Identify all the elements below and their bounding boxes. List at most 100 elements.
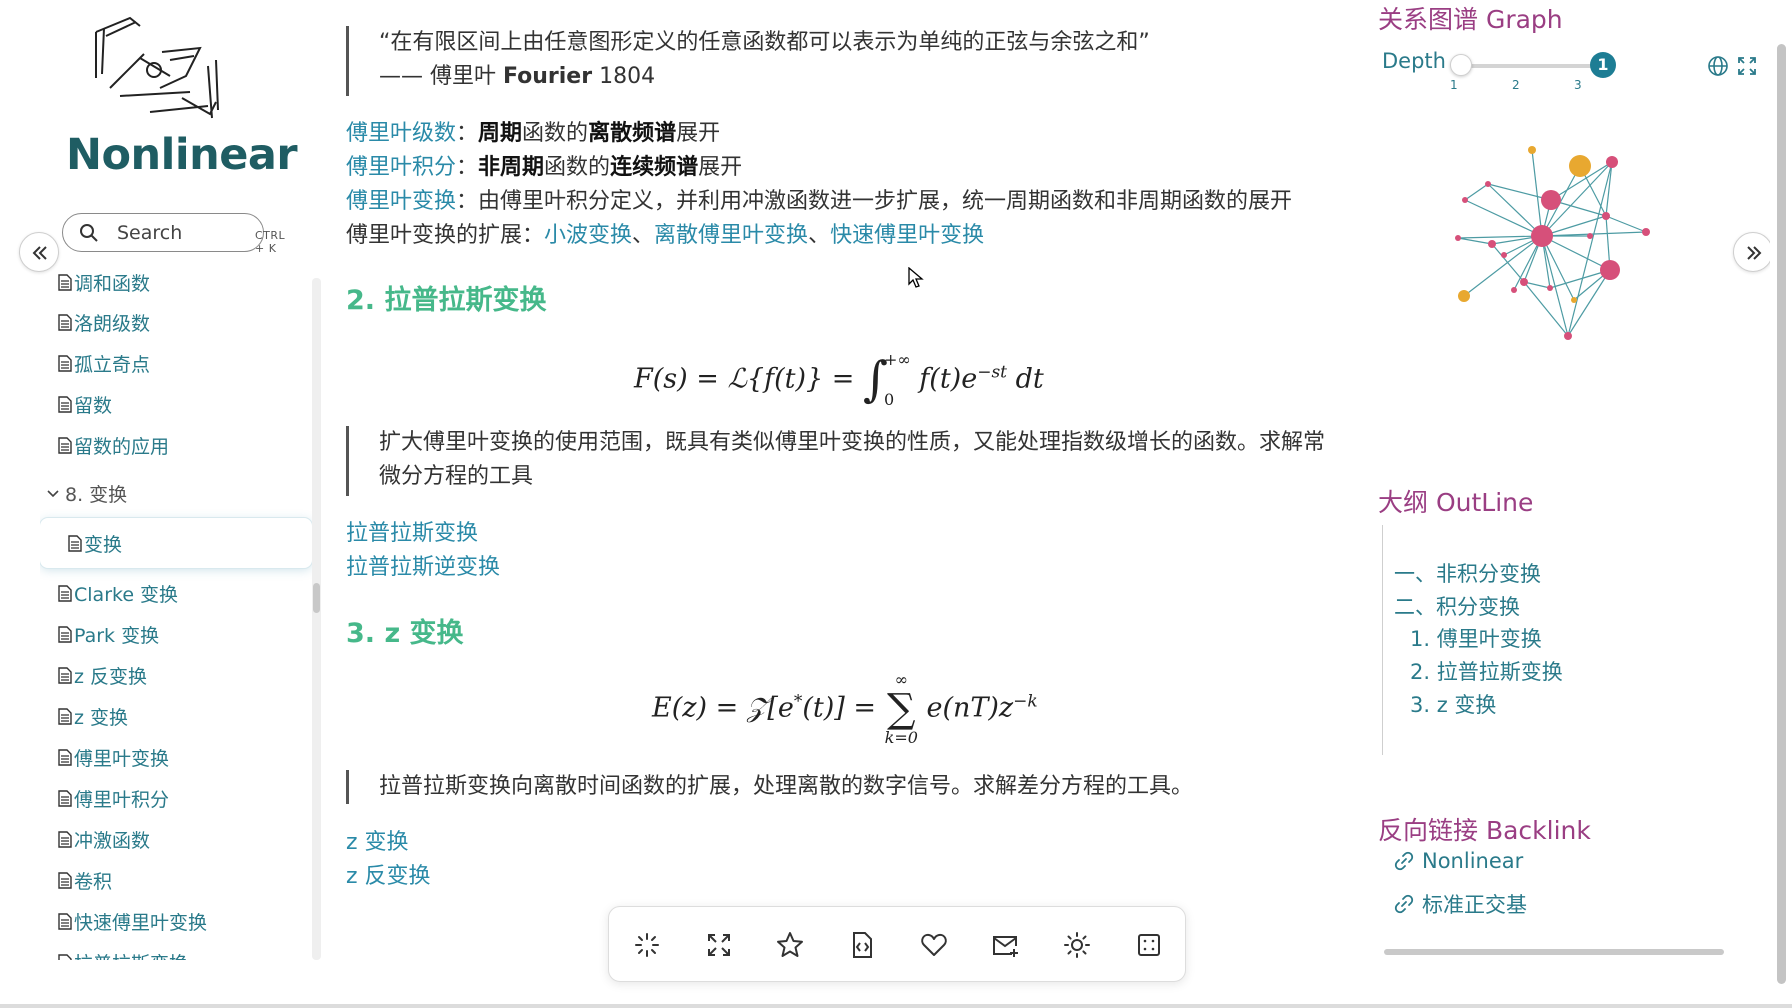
nav-item-label: 洛朗级数 [74, 312, 151, 335]
document-icon [58, 953, 72, 960]
right-panel-hscrollbar[interactable] [1374, 946, 1754, 956]
outline-rail [1382, 525, 1383, 755]
nav-item[interactable]: 傅里叶积分 [58, 783, 169, 813]
document-icon [68, 534, 82, 552]
z-quote: 拉普拉斯变换向离散时间函数的扩展，处理离散的数字信号。求解差分方程的工具。 [346, 770, 1193, 804]
focus-mode-button[interactable] [1131, 927, 1167, 963]
nav-item[interactable]: 卷积 [58, 865, 112, 895]
nav-item[interactable]: z 变换 [58, 701, 128, 731]
backlink-item[interactable]: 标准正交基 [1394, 889, 1527, 919]
outline-item[interactable]: 二、积分变换 [1394, 591, 1520, 621]
nav-item[interactable]: 留数 [58, 389, 112, 419]
nav-item-label: Clarke 变换 [74, 583, 179, 606]
outline-item[interactable]: 2. 拉普拉斯变换 [1410, 656, 1563, 686]
nav-item[interactable]: Park 变换 [58, 619, 159, 649]
sidebar-scroll-thumb[interactable] [313, 583, 320, 613]
source-code-button[interactable] [844, 927, 880, 963]
nav-item[interactable]: 留数的应用 [58, 430, 169, 460]
email-button[interactable] [987, 927, 1023, 963]
dft-link[interactable]: 离散傅里叶变换 [654, 223, 808, 248]
wavelet-transform-link[interactable]: 小波变换 [544, 223, 632, 248]
laplace-transform-link[interactable]: 拉普拉斯变换 [346, 521, 478, 546]
nav-item[interactable]: Clarke 变换 [58, 578, 178, 608]
graph-fullscreen-button[interactable] [1736, 55, 1758, 77]
z-transform-link[interactable]: z 变换 [346, 830, 409, 855]
fullscreen-icon [708, 934, 730, 956]
bold-text: 周期 [478, 121, 523, 146]
document-icon [58, 395, 72, 413]
fft-link[interactable]: 快速傅里叶变换 [830, 223, 984, 248]
nav-item[interactable]: z 反变换 [58, 660, 147, 690]
bold-text: 离散频谱 [588, 121, 677, 146]
fourier-series-line: 傅里叶级数：周期函数的离散频谱展开 [346, 117, 720, 151]
fourier-transform-line: 傅里叶变换：由傅里叶积分定义，并利用冲激函数进一步扩展，统一周期函数和非周期函数… [346, 185, 1292, 219]
bottom-toolbar [608, 906, 1186, 982]
globe-button[interactable] [1707, 55, 1729, 77]
nav-item-label: z 反变换 [74, 665, 148, 688]
fourier-series-link[interactable]: 傅里叶级数 [346, 121, 456, 146]
depth-label: Depth [1382, 49, 1446, 73]
outline-item[interactable]: 1. 傅里叶变换 [1410, 623, 1542, 653]
site-title[interactable]: Nonlinear [66, 130, 298, 180]
expand-right-panel-button[interactable] [1733, 232, 1773, 272]
link-icon [1394, 851, 1414, 871]
document-icon [58, 789, 72, 807]
double-chevron-right-icon [1747, 246, 1762, 260]
depth-slider-track[interactable] [1458, 64, 1592, 68]
link-icon [1394, 894, 1414, 914]
nonlinear-logo [95, 16, 219, 119]
nav-item-active[interactable]: 变换 [40, 518, 312, 568]
backlink-title: 反向链接 Backlink [1378, 816, 1591, 845]
fourier-integral-link[interactable]: 傅里叶积分 [346, 155, 456, 180]
relationship-graph[interactable] [1430, 140, 1700, 350]
quote-author-name: Fourier [503, 64, 593, 89]
document-icon [58, 625, 72, 643]
depth-tick: 2 [1512, 78, 1520, 92]
depth-slider-knob[interactable] [1450, 54, 1472, 76]
nav-item[interactable]: 冲激函数 [58, 824, 150, 854]
outline-item[interactable]: 3. z 变换 [1410, 689, 1496, 719]
extensions-line: 傅里叶变换的扩展：小波变换、离散傅里叶变换、快速傅里叶变换 [346, 219, 984, 253]
fourier-quote: “在有限区间上由任意图形定义的任意函数都可以表示为单纯的正弦与余弦之和” —— … [346, 26, 1150, 96]
nav-item[interactable]: 调和函数 [58, 270, 150, 297]
fullscreen-button[interactable] [701, 927, 737, 963]
star-icon [777, 932, 803, 957]
inverse-laplace-link[interactable]: 拉普拉斯逆变换 [346, 555, 500, 580]
heading-laplace: 2. 拉普拉斯变换 [346, 285, 547, 316]
outline-item[interactable]: 一、非积分变换 [1394, 558, 1541, 588]
heading-z-transform: 3. z 变换 [346, 618, 464, 649]
nav-item[interactable]: 快速傅里叶变换 [58, 906, 207, 936]
search-box[interactable]: Search CTRL + K [62, 213, 285, 255]
text: 展开 [676, 121, 721, 146]
page-scroll-thumb[interactable] [1777, 44, 1786, 984]
nav-item[interactable]: 洛朗级数 [58, 307, 150, 337]
star-button[interactable] [772, 927, 808, 963]
theme-toggle-button[interactable] [1059, 927, 1095, 963]
globe-icon [1708, 56, 1728, 76]
nav-item[interactable]: 孤立奇点 [58, 348, 150, 378]
collapse-sidebar-button[interactable] [19, 232, 59, 272]
sidebar: Nonlinear Search CTRL + K 调和函数 洛朗级数 孤立奇点… [0, 0, 330, 1008]
like-button[interactable] [916, 927, 952, 963]
nav-item-label: 傅里叶积分 [74, 788, 170, 811]
nav-section-transforms[interactable]: 8. 变换 [46, 480, 127, 507]
sparkle-button[interactable] [629, 927, 665, 963]
search-shortcut: CTRL + K [255, 229, 286, 255]
fourier-transform-link[interactable]: 傅里叶变换 [346, 189, 456, 214]
inverse-z-transform-link[interactable]: z 反变换 [346, 864, 431, 889]
hscroll-thumb[interactable] [1384, 949, 1724, 955]
mail-plus-icon [993, 936, 1018, 957]
nav-item[interactable]: 拉普拉斯变换 [58, 947, 188, 960]
backlink-item[interactable]: Nonlinear [1394, 849, 1523, 873]
sidebar-scrollbar[interactable] [312, 278, 321, 960]
page-scrollbar[interactable] [1770, 0, 1792, 1008]
nav-item-label: 傅里叶变换 [74, 747, 170, 770]
separator: 、 [808, 223, 831, 248]
outline-title: 大纲 OutLine [1378, 488, 1534, 517]
nav-item[interactable]: 傅里叶变换 [58, 742, 169, 772]
double-chevron-left-icon [32, 246, 47, 260]
nav-item-label: 拉普拉斯变换 [74, 949, 188, 961]
search-icon [80, 224, 98, 242]
text: ：由傅里叶积分定义，并利用冲激函数进一步扩展，统一周期函数和非周期函数的展开 [456, 189, 1293, 214]
backlink-label: 标准正交基 [1422, 893, 1527, 917]
